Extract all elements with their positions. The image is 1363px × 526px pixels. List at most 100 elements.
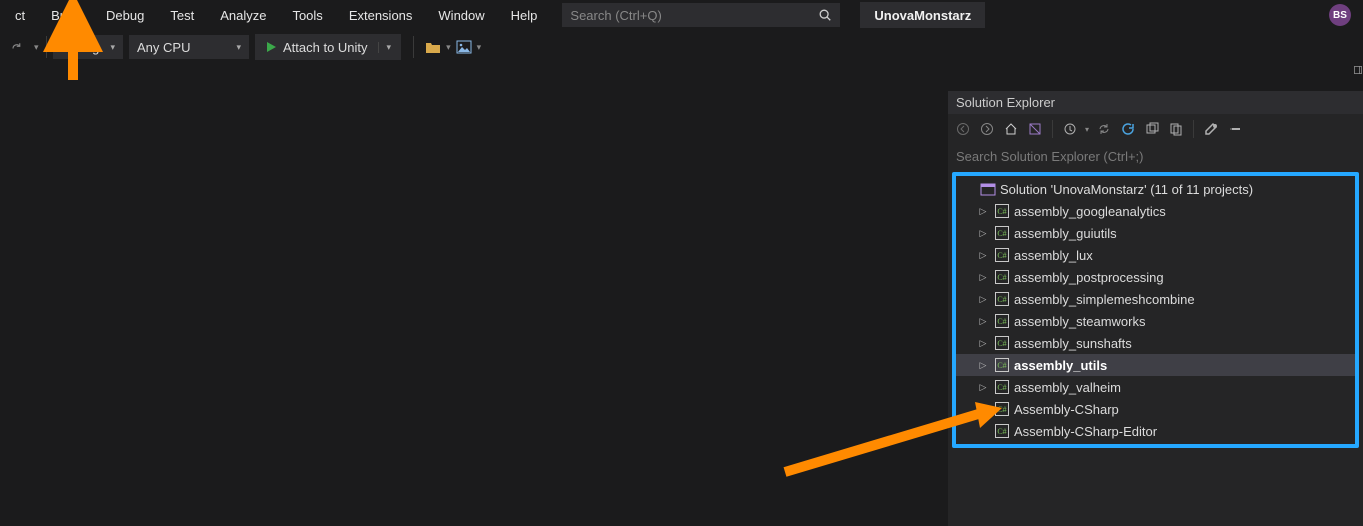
menu-item-help[interactable]: Help bbox=[498, 0, 551, 30]
expand-triangle-icon[interactable]: ▷ bbox=[976, 228, 990, 239]
project-row[interactable]: ▷C#assembly_googleanalytics bbox=[956, 200, 1355, 222]
expand-triangle-icon[interactable]: ▷ bbox=[976, 382, 990, 393]
csharp-project-icon: C# bbox=[994, 247, 1010, 263]
properties-button[interactable] bbox=[1202, 120, 1220, 138]
chevron-down-icon: ▾ bbox=[110, 42, 115, 53]
sync-button[interactable] bbox=[1095, 120, 1113, 138]
menu-item-tools[interactable]: Tools bbox=[279, 0, 335, 30]
toolbar-divider bbox=[413, 36, 414, 58]
collapsed-panel-handle[interactable] bbox=[1353, 55, 1363, 85]
project-row[interactable]: ▷ C# assembly_sunshafts bbox=[956, 332, 1355, 354]
project-row[interactable]: ▷C#assembly_valheim bbox=[956, 376, 1355, 398]
menu-item-analyze[interactable]: Analyze bbox=[207, 0, 279, 30]
project-row[interactable]: ▷ C# assembly_simplemeshcombine bbox=[956, 288, 1355, 310]
project-label: assembly_simplemeshcombine bbox=[1014, 292, 1195, 307]
project-label: assembly_utils bbox=[1014, 358, 1107, 373]
solution-search-input[interactable] bbox=[956, 149, 1355, 164]
avatar-initials: BS bbox=[1333, 10, 1347, 21]
project-label: assembly_guiutils bbox=[1014, 226, 1117, 241]
solution-explorer-title[interactable]: Solution Explorer bbox=[948, 91, 1363, 114]
attach-label: Attach to Unity bbox=[283, 40, 368, 55]
play-icon bbox=[265, 41, 277, 53]
menu-label: Test bbox=[170, 8, 194, 23]
svg-text:C#: C# bbox=[997, 273, 1006, 282]
toolbar-divider bbox=[46, 36, 47, 58]
expand-triangle-icon[interactable]: ▷ bbox=[976, 360, 990, 371]
project-label: assembly_sunshafts bbox=[1014, 336, 1132, 351]
project-row[interactable]: C# Assembly-CSharp bbox=[956, 398, 1355, 420]
open-folder-button[interactable] bbox=[420, 35, 446, 59]
project-row[interactable]: ▷ C# assembly_steamworks bbox=[956, 310, 1355, 332]
csharp-project-icon: C# bbox=[994, 291, 1010, 307]
menu-label: Debug bbox=[106, 8, 144, 23]
nav-fwd-button[interactable] bbox=[978, 120, 996, 138]
solution-tree-container: Solution 'UnovaMonstarz' (11 of 11 proje… bbox=[952, 172, 1359, 448]
menu-label: ct bbox=[15, 8, 25, 23]
config-dropdown[interactable]: Debug ▾ bbox=[53, 35, 123, 59]
search-input[interactable] bbox=[570, 8, 818, 23]
refresh-button[interactable] bbox=[1119, 120, 1137, 138]
svg-text:C#: C# bbox=[997, 405, 1006, 414]
svg-text:C#: C# bbox=[997, 229, 1006, 238]
image-dropdown-caret[interactable]: ▾ bbox=[477, 42, 482, 53]
project-row[interactable]: ▷C#assembly_lux bbox=[956, 244, 1355, 266]
platform-dropdown[interactable]: Any CPU ▾ bbox=[129, 35, 249, 59]
solution-explorer-title-label: Solution Explorer bbox=[956, 95, 1055, 110]
attach-to-unity-button[interactable]: Attach to Unity ▾ bbox=[255, 34, 401, 60]
project-label: assembly_steamworks bbox=[1014, 314, 1146, 329]
project-row[interactable]: ▷ C# assembly_utils bbox=[956, 354, 1355, 376]
menu-item-test[interactable]: Test bbox=[157, 0, 207, 30]
solution-root-row[interactable]: Solution 'UnovaMonstarz' (11 of 11 proje… bbox=[956, 178, 1355, 200]
main-toolbar: ▾ Debug ▾ Any CPU ▾ Attach to Unity ▾ ▾ … bbox=[0, 30, 1363, 64]
expand-triangle-icon[interactable]: ▷ bbox=[976, 338, 990, 349]
expand-triangle-icon[interactable]: ▷ bbox=[976, 206, 990, 217]
image-toolbar-button[interactable] bbox=[451, 35, 477, 59]
nav-back-button[interactable] bbox=[954, 120, 972, 138]
project-row[interactable]: ▷ C# assembly_guiutils bbox=[956, 222, 1355, 244]
svg-text:C#: C# bbox=[997, 383, 1006, 392]
project-row[interactable]: ▷C#assembly_postprocessing bbox=[956, 266, 1355, 288]
toolbar-divider bbox=[1193, 120, 1194, 138]
redo-button[interactable] bbox=[4, 35, 28, 59]
svg-text:C#: C# bbox=[997, 361, 1006, 370]
solution-explorer-panel: Solution Explorer ▾ Solution 'UnovaMonst… bbox=[948, 91, 1363, 526]
svg-text:C#: C# bbox=[997, 295, 1006, 304]
project-label: Assembly-CSharp bbox=[1014, 402, 1119, 417]
expand-triangle-icon[interactable]: ▷ bbox=[976, 250, 990, 261]
collapse-all-button[interactable] bbox=[1143, 120, 1161, 138]
menu-label: Analyze bbox=[220, 8, 266, 23]
menu-item-extensions[interactable]: Extensions bbox=[336, 0, 426, 30]
solution-explorer-search[interactable] bbox=[948, 144, 1363, 168]
csharp-project-icon: C# bbox=[994, 401, 1010, 417]
solution-explorer-toolbar: ▾ bbox=[948, 114, 1363, 144]
svg-text:C#: C# bbox=[997, 207, 1006, 216]
chevron-down-icon: ▾ bbox=[236, 42, 241, 53]
redo-dropdown[interactable]: ▾ bbox=[28, 35, 40, 59]
menu-label: Tools bbox=[292, 8, 322, 23]
menu-item-window[interactable]: Window bbox=[425, 0, 497, 30]
pending-changes-button[interactable] bbox=[1061, 120, 1079, 138]
project-row[interactable]: C#Assembly-CSharp-Editor bbox=[956, 420, 1355, 442]
global-search[interactable] bbox=[562, 3, 840, 27]
menu-item-project-trunc[interactable]: ct bbox=[2, 0, 38, 30]
menu-label: Extensions bbox=[349, 8, 413, 23]
switch-views-button[interactable] bbox=[1026, 120, 1044, 138]
menu-item-build[interactable]: Build bbox=[38, 0, 93, 30]
svg-text:C#: C# bbox=[997, 339, 1006, 348]
menu-label: Build bbox=[51, 8, 80, 23]
svg-text:C#: C# bbox=[997, 317, 1006, 326]
expand-triangle-icon[interactable]: ▷ bbox=[976, 316, 990, 327]
menu-items: ct Build Debug Test Analyze Tools Extens… bbox=[0, 0, 550, 30]
project-title-label: UnovaMonstarz bbox=[874, 8, 971, 23]
preview-button[interactable] bbox=[1226, 120, 1244, 138]
svg-text:C#: C# bbox=[997, 427, 1006, 436]
expand-triangle-icon[interactable]: ▷ bbox=[976, 294, 990, 305]
csharp-project-icon: C# bbox=[994, 269, 1010, 285]
expand-triangle-icon[interactable]: ▷ bbox=[976, 272, 990, 283]
chevron-down-icon: ▾ bbox=[378, 42, 392, 53]
show-all-files-button[interactable] bbox=[1167, 120, 1185, 138]
toolbar-divider bbox=[1052, 120, 1053, 138]
user-avatar[interactable]: BS bbox=[1329, 4, 1351, 26]
home-button[interactable] bbox=[1002, 120, 1020, 138]
menu-item-debug[interactable]: Debug bbox=[93, 0, 157, 30]
